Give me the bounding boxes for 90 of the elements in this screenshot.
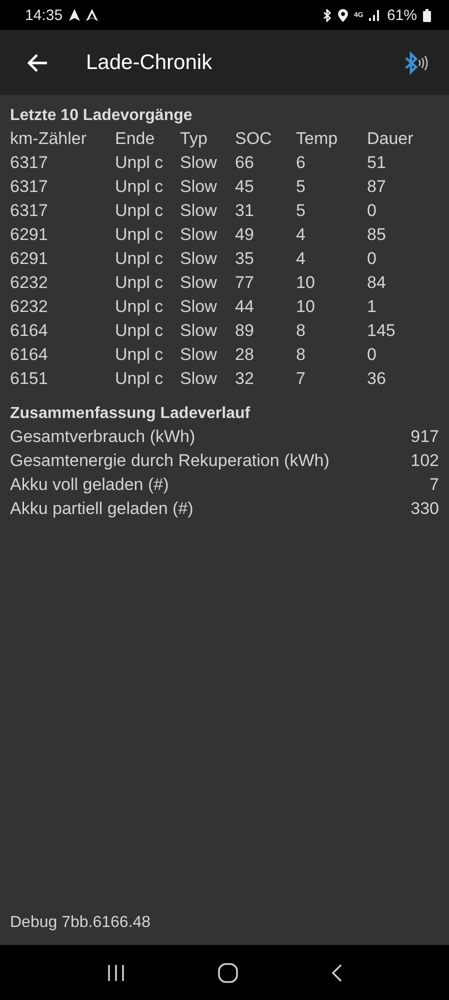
table-cell-text: Slow [180, 248, 218, 270]
column-header: SOC [235, 128, 273, 150]
table-cell-text: 6164 [10, 320, 49, 342]
table-cell-text: 8 [296, 344, 306, 366]
bluetooth-signal-icon[interactable] [403, 50, 429, 74]
table-cell-text: 4 [296, 224, 306, 246]
navigation-arrow-icon [86, 9, 98, 21]
table-cell-text: 6317 [10, 152, 49, 174]
table-cell-text: 7 [296, 368, 306, 390]
table-cell-text: Slow [180, 176, 218, 198]
table-cell-text: 28 [235, 344, 255, 366]
table-cell-text: 45 [235, 176, 255, 198]
table-cell-text: 5 [296, 200, 306, 222]
table-cell-text: 6317 [10, 176, 49, 198]
back-icon[interactable] [330, 962, 342, 982]
table-cell-text: 4 [296, 248, 306, 270]
section-title: Letzte 10 Ladevorgänge [10, 106, 194, 126]
table-cell-text: 49 [235, 224, 255, 246]
bluetooth-icon [322, 8, 332, 22]
summary-value: 917 [410, 426, 439, 448]
column-header: Temp [296, 128, 339, 150]
table-cell-text: 5 [296, 176, 306, 198]
location-pin-icon [338, 8, 348, 22]
summary-value: 330 [410, 498, 439, 520]
table-cell-text: 0 [367, 200, 378, 222]
table-cell-text: Unpl c [115, 368, 164, 390]
table-cell-text: 6291 [10, 224, 49, 246]
battery-level: 61% [386, 6, 417, 24]
column-header: Dauer [367, 128, 414, 150]
table-cell-text: 1 [367, 296, 378, 318]
table-cell-text: 6151 [10, 368, 49, 390]
table-cell-text: 44 [235, 296, 255, 318]
table-cell-text: Slow [180, 152, 218, 174]
table-cell-text: 51 [367, 152, 387, 174]
table-cell-text: Unpl c [115, 320, 164, 342]
table-cell-text: Unpl c [115, 224, 164, 246]
table-cell-text: Slow [180, 320, 218, 342]
table-cell-text: 6 [296, 152, 306, 174]
table-cell-text: Unpl c [115, 200, 164, 222]
summary-value: 7 [430, 474, 439, 496]
table-cell-text: 6164 [10, 344, 49, 366]
table-cell-text: 10 [296, 296, 316, 318]
table-cell-text: 145 [367, 320, 396, 342]
column-header: km-Zähler [10, 128, 88, 150]
table-cell-text: 6317 [10, 200, 49, 222]
debug-version: Debug 7bb.6166.48 [10, 914, 151, 931]
table-cell-text: 31 [235, 200, 255, 222]
summary-label: Gesamtenergie durch Rekuperation (kWh) [10, 450, 330, 472]
table-cell-text: Slow [180, 224, 218, 246]
table-cell-text: Slow [180, 344, 218, 366]
signal-icon [368, 10, 381, 20]
screen-title: Lade-Chronik [86, 50, 214, 74]
recent-apps-icon[interactable] [106, 964, 124, 982]
table-cell-text: 77 [235, 272, 255, 294]
table-cell-text: Unpl c [115, 248, 164, 270]
table-cell-text: Unpl c [115, 272, 164, 294]
table-cell-text: 84 [367, 272, 387, 294]
home-icon[interactable] [218, 962, 238, 982]
table-cell-text: 89 [235, 320, 255, 342]
table-cell-text: 0 [367, 344, 378, 366]
summary-value: 102 [410, 450, 439, 472]
table-cell-text: Slow [180, 296, 218, 318]
table-cell-text: 85 [367, 224, 387, 246]
table-cell-text: 36 [367, 368, 387, 390]
summary-label: Gesamtverbrauch (kWh) [10, 426, 196, 448]
table-cell-text: 87 [367, 176, 387, 198]
table-cell-text: 32 [235, 368, 255, 390]
table-cell-text: 8 [296, 320, 306, 342]
battery-icon [423, 8, 431, 22]
table-cell-text: Unpl c [115, 152, 164, 174]
clock: 14:35 [25, 6, 63, 24]
table-cell-text: Unpl c [115, 296, 164, 318]
table-cell-text: Unpl c [115, 176, 164, 198]
table-cell-text: 6232 [10, 296, 49, 318]
table-cell-text: 6291 [10, 248, 49, 270]
summary-label: Akku partiell geladen (#) [10, 498, 194, 520]
navigation-arrow-icon [68, 9, 80, 21]
summary-label: Akku voll geladen (#) [10, 474, 169, 496]
table-cell-text: Unpl c [115, 344, 164, 366]
table-cell-text: 10 [296, 272, 316, 294]
table-cell-text: Slow [180, 200, 218, 222]
table-cell-text: 66 [235, 152, 255, 174]
section-title: Zusammenfassung Ladeverlauf [10, 404, 252, 424]
table-cell-text: Slow [180, 368, 218, 390]
table-cell-text: 6232 [10, 272, 49, 294]
table-cell-text: 0 [367, 248, 378, 270]
table-cell-text: 35 [235, 248, 255, 270]
column-header: Ende [115, 128, 156, 150]
column-header: Typ [180, 128, 208, 150]
table-cell-text: Slow [180, 272, 218, 294]
